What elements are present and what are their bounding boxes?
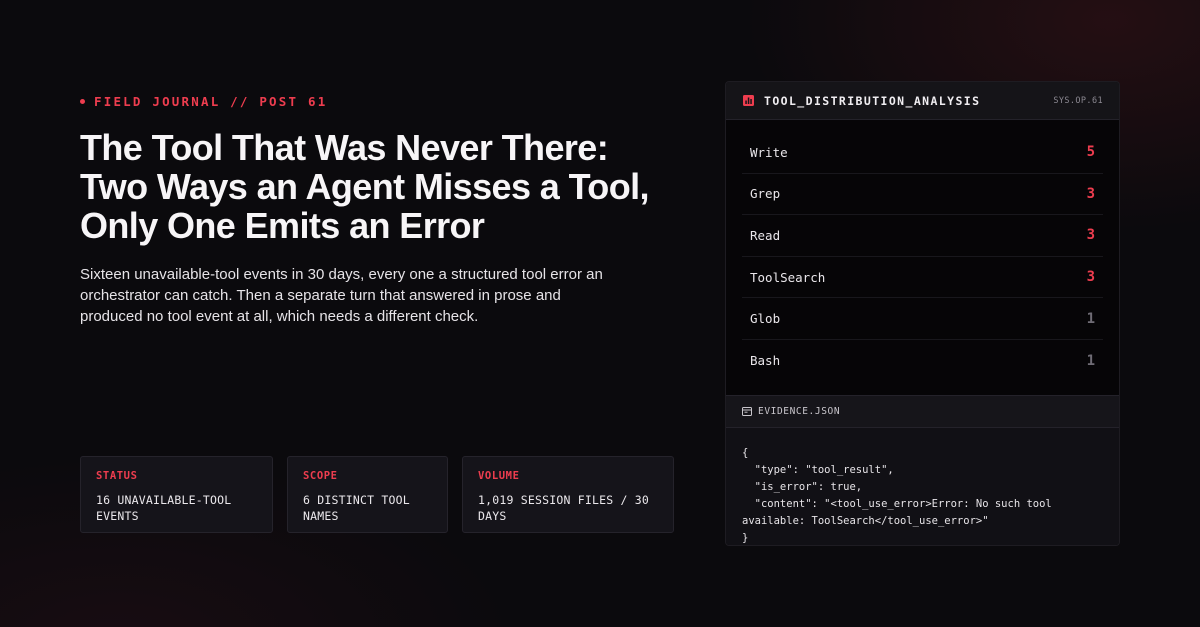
stat-value-line: DAYS (478, 509, 507, 523)
page-title: The Tool That Was Never There: Two Ways … (80, 128, 680, 245)
code-line: { (742, 447, 749, 459)
panel-code: SYS.OP.61 (1053, 95, 1103, 106)
subtitle-line: Sixteen unavailable-tool events in 30 da… (80, 266, 603, 283)
stat-value-line: 16 UNAVAILABLE-TOOL (96, 493, 232, 507)
tool-count: 5 (1086, 144, 1095, 161)
tool-count: 3 (1086, 185, 1095, 202)
tool-row: ToolSearch 3 (742, 257, 1103, 299)
panel-title: TOOL_DISTRIBUTION_ANALYSIS (764, 93, 981, 108)
tool-count: 1 (1086, 352, 1095, 369)
bar-chart-icon (743, 95, 754, 106)
tool-count: 3 (1086, 227, 1095, 244)
tool-row: Bash 1 (742, 340, 1103, 382)
stat-card-scope: SCOPE 6 DISTINCT TOOL NAMES (287, 456, 448, 533)
stat-label: STATUS (96, 470, 138, 482)
eyebrow-label: FIELD JOURNAL // POST 61 (94, 93, 328, 109)
code-line: "is_error": true, (742, 481, 863, 493)
tool-name: ToolSearch (750, 269, 826, 285)
subtitle-line: produced no tool event at all, which nee… (80, 308, 479, 325)
subtitle-line: orchestrator can catch. Then a separate … (80, 287, 561, 304)
stat-value-line: EVENTS (96, 509, 139, 523)
red-dot-icon (80, 98, 85, 104)
tool-name: Glob (750, 311, 781, 327)
post-eyebrow: FIELD JOURNAL // POST 61 (80, 92, 327, 110)
tool-count: 3 (1086, 269, 1095, 286)
evidence-header: EVIDENCE.JSON (726, 395, 1119, 428)
code-line: "content": "<tool_use_error>Error: No su… (742, 498, 1052, 510)
stat-value: 6 DISTINCT TOOL NAMES (303, 492, 433, 524)
code-line: } (742, 532, 749, 544)
tool-row: Glob 1 (742, 298, 1103, 340)
stat-cards: STATUS 16 UNAVAILABLE-TOOL EVENTS SCOPE … (80, 456, 674, 533)
tool-row: Read 3 (742, 215, 1103, 257)
tool-name: Write (750, 144, 788, 160)
stat-card-status: STATUS 16 UNAVAILABLE-TOOL EVENTS (80, 456, 273, 533)
title-line: Two Ways an Agent Misses a Tool, (80, 166, 650, 207)
title-line: The Tool That Was Never There: (80, 127, 609, 168)
page-subtitle: Sixteen unavailable-tool events in 30 da… (80, 264, 680, 327)
stat-value: 1,019 SESSION FILES / 30 DAYS (478, 492, 659, 524)
stat-label: VOLUME (478, 470, 520, 482)
tool-name: Read (750, 227, 781, 243)
stat-value-line: NAMES (303, 509, 339, 523)
evidence-title: EVIDENCE.JSON (758, 406, 841, 417)
stat-card-volume: VOLUME 1,019 SESSION FILES / 30 DAYS (462, 456, 674, 533)
stat-value: 16 UNAVAILABLE-TOOL EVENTS (96, 492, 258, 524)
file-icon (742, 407, 752, 416)
tool-distribution-panel: TOOL_DISTRIBUTION_ANALYSIS SYS.OP.61 Wri… (725, 81, 1120, 546)
code-line: available: ToolSearch</tool_use_error>" (742, 515, 989, 527)
stat-value-line: 1,019 SESSION FILES / 30 (478, 493, 649, 507)
stat-label: SCOPE (303, 470, 338, 482)
panel-header: TOOL_DISTRIBUTION_ANALYSIS SYS.OP.61 (726, 82, 1119, 120)
tool-list: Write 5 Grep 3 Read 3 ToolSearch 3 Glob … (726, 120, 1119, 395)
stat-value-line: 6 DISTINCT TOOL (303, 493, 410, 507)
tool-count: 1 (1086, 310, 1095, 327)
title-line: Only One Emits an Error (80, 205, 485, 246)
tool-row: Grep 3 (742, 174, 1103, 216)
evidence-code-block: { "type": "tool_result", "is_error": tru… (726, 428, 1119, 545)
tool-row: Write 5 (742, 132, 1103, 174)
tool-name: Grep (750, 186, 781, 202)
tool-name: Bash (750, 353, 781, 369)
code-line: "type": "tool_result", (742, 464, 894, 476)
